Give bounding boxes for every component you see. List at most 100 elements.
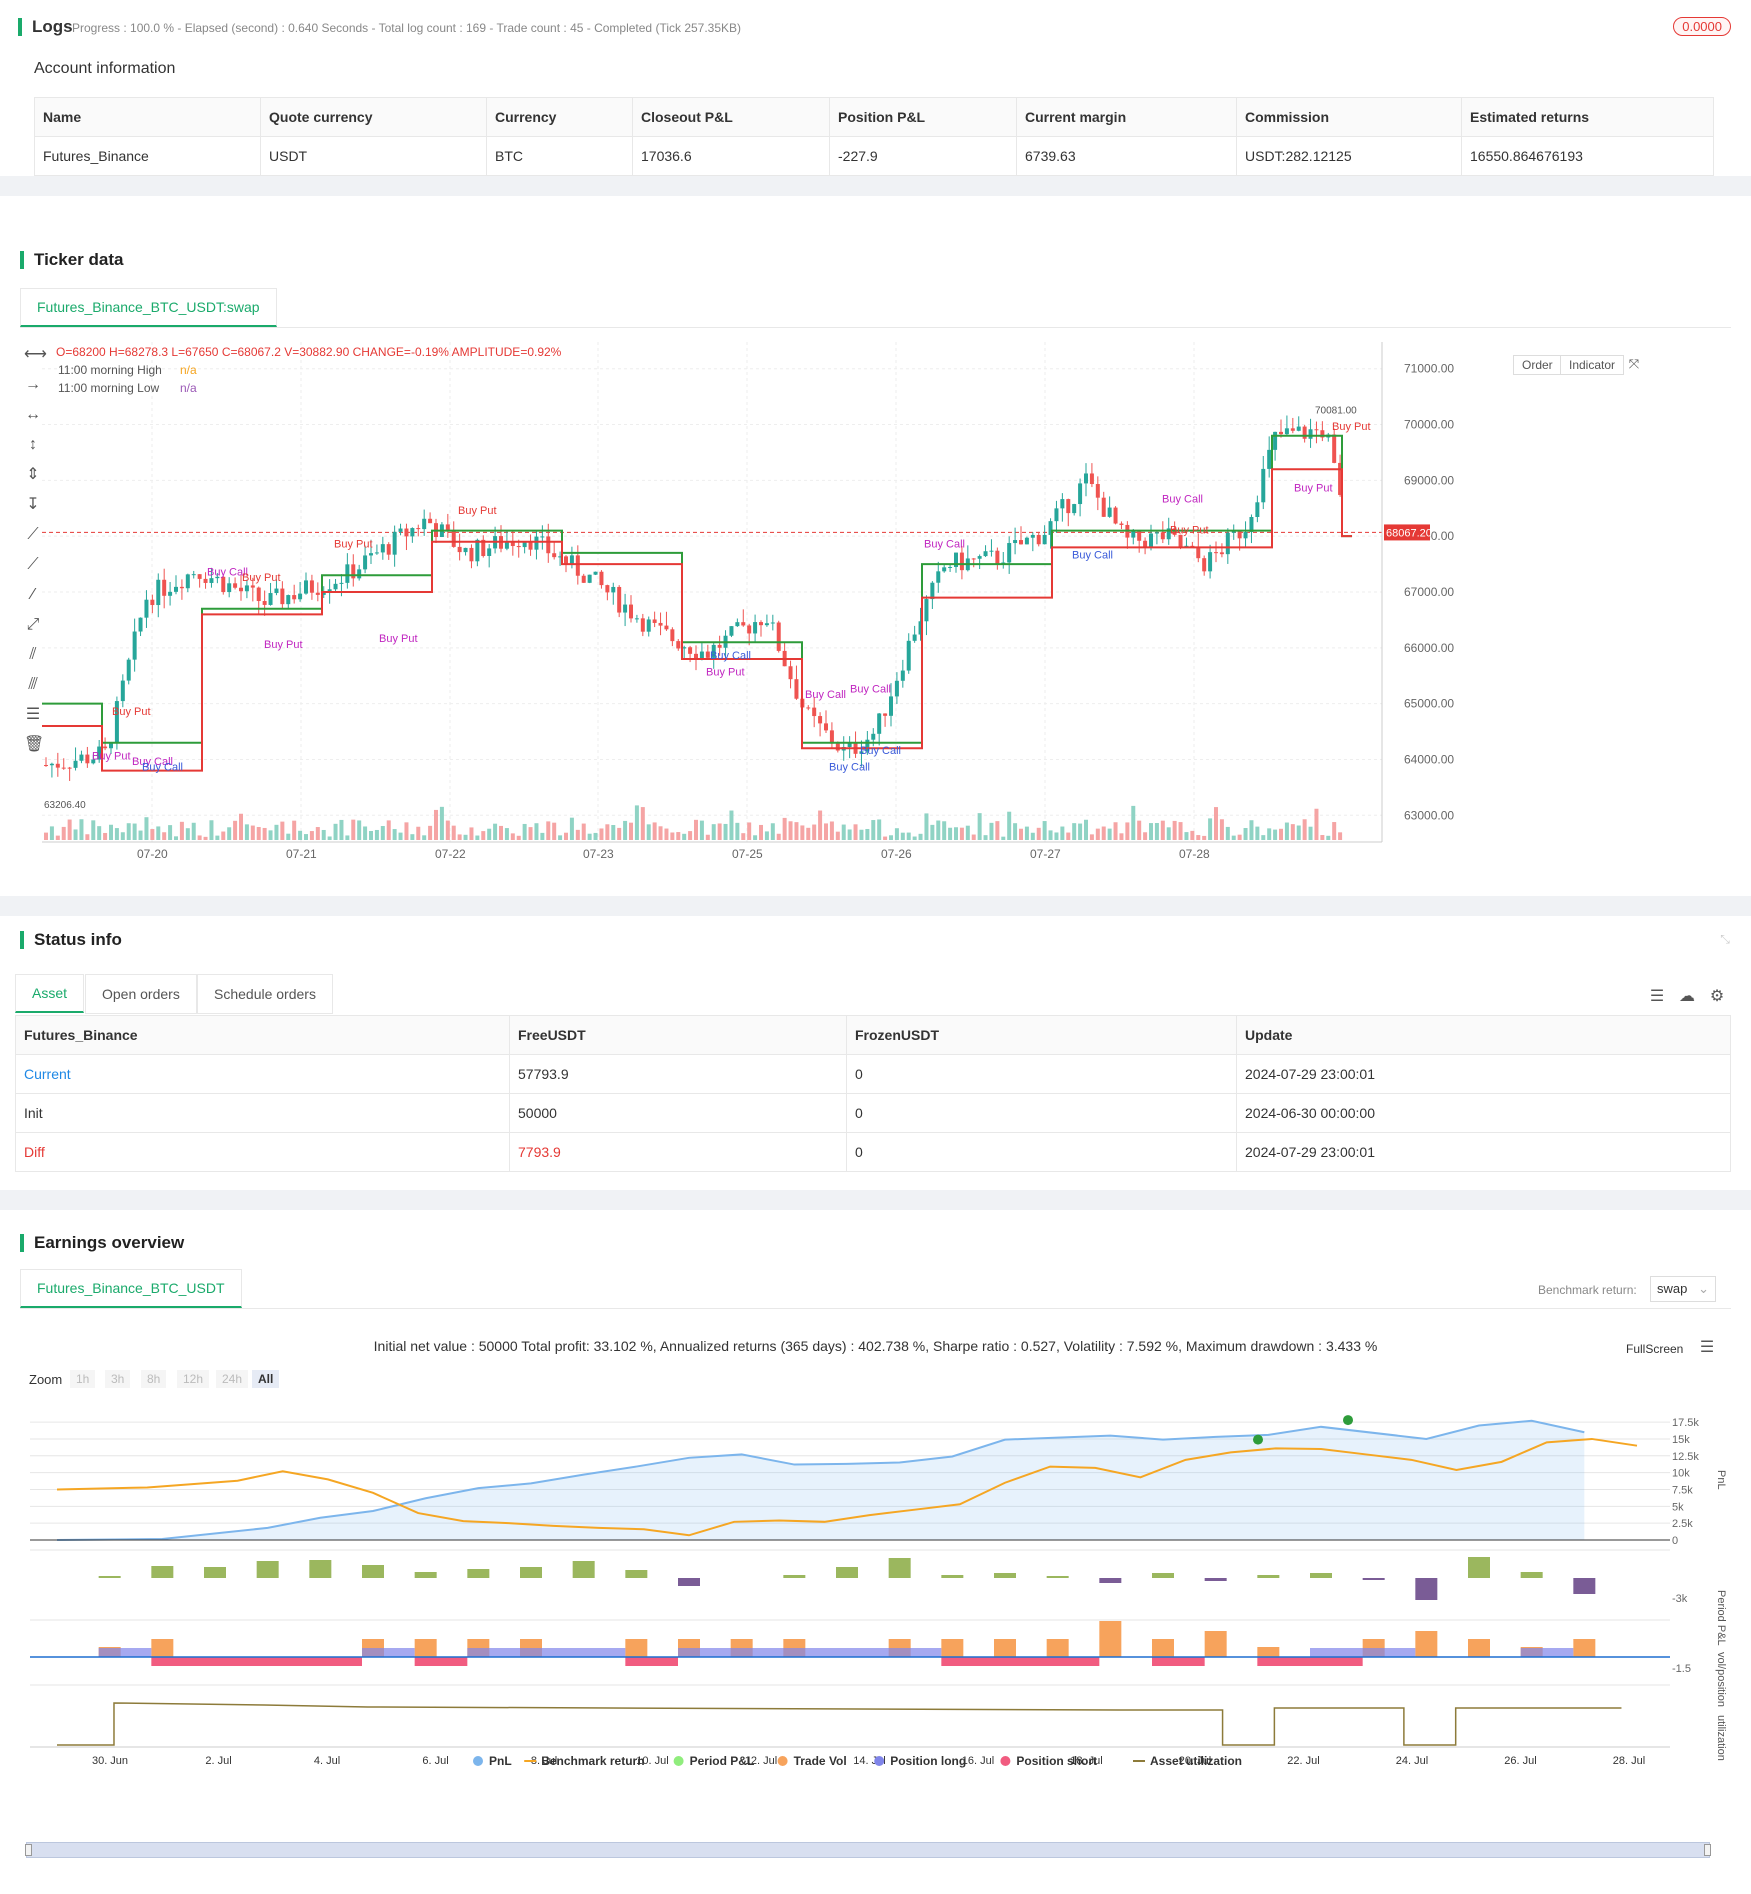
earnings-summary: Initial net value : 50000 Total profit: …: [373, 1338, 1378, 1354]
candle-body: [1243, 532, 1248, 539]
candle-body: [1024, 537, 1029, 545]
volume-bar: [61, 826, 66, 840]
volume-bar: [1279, 828, 1283, 840]
candle-body: [788, 666, 793, 680]
menu-icon[interactable]: ☰: [1648, 988, 1666, 1006]
candle-body: [1042, 534, 1047, 545]
date-tick-label: 07-26: [881, 847, 912, 861]
volume-bar: [676, 832, 681, 840]
cloud-download-icon[interactable]: ☁: [1678, 988, 1696, 1006]
candle-body: [239, 587, 243, 592]
tab-ticker-symbol[interactable]: Futures_Binance_BTC_USDT:swap: [20, 288, 277, 327]
trade-vol-bar: [1415, 1631, 1438, 1657]
volume-bar: [605, 824, 610, 840]
volume-bar: [1084, 819, 1088, 840]
hamburger-icon[interactable]: ☰: [1698, 1339, 1716, 1357]
candle-body: [605, 585, 610, 593]
candle-body: [883, 713, 888, 716]
volume-bar: [1137, 820, 1142, 840]
volume-bar: [244, 824, 249, 840]
date-tick-label: 22. Jul: [1287, 1755, 1319, 1767]
zoom-8h[interactable]: 8h: [141, 1370, 167, 1388]
candle-body: [315, 592, 320, 595]
fullscreen-button[interactable]: FullScreen: [1626, 1342, 1683, 1356]
volume-bar: [912, 836, 917, 840]
volume-bar: [1036, 827, 1041, 840]
legend-item[interactable]: Benchmark return: [541, 1754, 644, 1768]
signal-label: Buy Call: [1072, 550, 1113, 562]
volume-bar: [1296, 825, 1301, 840]
volume-bar: [215, 835, 220, 840]
volume-bar: [652, 822, 657, 840]
high-mark-label: 70081.00: [1315, 405, 1357, 416]
signal-label: Buy Call: [805, 689, 846, 701]
volume-bar: [369, 830, 373, 840]
cell: 16550.864676193: [1461, 136, 1714, 176]
legend-item[interactable]: PnL: [489, 1754, 512, 1768]
scrollbar-right-handle[interactable]: [1704, 1844, 1711, 1856]
volume-bar: [894, 828, 899, 840]
candle-body: [575, 555, 580, 576]
cell: 7793.9: [509, 1132, 847, 1172]
period-pnl-bar: [98, 1576, 121, 1578]
earnings-chart[interactable]: 17.5k 15k 12.5k 10k 7.5k 5k 2.5k 0 -3k -1.5 PnL Per…: [0, 1400, 1751, 1870]
candlestick-chart[interactable]: Buy Put Buy Put Buy Call Buy Call Buy Call Bu…: [20, 342, 1731, 862]
period-pnl-bar: [309, 1560, 332, 1578]
candle-body: [1279, 431, 1283, 435]
volume-bar: [1149, 823, 1153, 840]
candle-body: [221, 576, 226, 593]
candle-body: [374, 552, 379, 554]
period-pnl-bar: [1310, 1573, 1332, 1578]
volume-bar: [1113, 822, 1118, 840]
legend-swatch: [473, 1756, 483, 1766]
candle-body: [262, 601, 267, 605]
volume-bar: [1131, 805, 1136, 840]
cell: 2024-07-29 23:00:01: [1236, 1054, 1731, 1094]
cell: 6739.63: [1016, 136, 1237, 176]
legend-low-value: n/a: [180, 381, 197, 395]
tab-schedule-orders[interactable]: Schedule orders: [197, 974, 333, 1014]
volume-bar: [906, 832, 911, 840]
gear-icon[interactable]: ⚙: [1708, 988, 1726, 1006]
legend-item[interactable]: Asset utilization: [1150, 1754, 1242, 1768]
tab-asset[interactable]: Asset: [15, 974, 85, 1013]
col-free: FreeUSDT: [509, 1015, 847, 1055]
trade-vol-bar: [941, 1639, 964, 1657]
legend-item[interactable]: Position long: [890, 1754, 966, 1768]
scrollbar-left-handle[interactable]: [25, 1844, 32, 1856]
period-pnl-bar: [1362, 1578, 1385, 1580]
volume-bar: [1320, 835, 1325, 840]
candle-body: [162, 579, 167, 596]
signal-label: Buy Call: [860, 745, 901, 757]
legend-item[interactable]: Position short: [1016, 1754, 1097, 1768]
candle-body: [889, 696, 893, 716]
navigator-scrollbar[interactable]: [25, 1842, 1711, 1858]
volume-bar: [747, 822, 752, 840]
volume-bar: [741, 833, 746, 840]
zoom-3h[interactable]: 3h: [105, 1370, 131, 1388]
tab-open-orders[interactable]: Open orders: [85, 974, 197, 1014]
candle-body: [1225, 532, 1230, 555]
candle-body: [126, 659, 131, 681]
benchmark-select[interactable]: swap ⌄: [1650, 1276, 1716, 1302]
zoom-1h[interactable]: 1h: [70, 1370, 96, 1388]
legend-item[interactable]: Period P&L: [690, 1754, 755, 1768]
zoom-12h[interactable]: 12h: [177, 1370, 210, 1388]
volume-bar: [540, 832, 545, 840]
volume-bar: [806, 827, 811, 840]
collapse-icon[interactable]: ⤡: [1716, 930, 1734, 948]
volume-bar: [883, 836, 888, 840]
price-tick-label: 65000.00: [1404, 697, 1454, 711]
candle-body: [871, 733, 876, 740]
tab-earnings-symbol[interactable]: Futures_Binance_BTC_USDT: [20, 1269, 242, 1308]
legend-item[interactable]: Trade Vol: [794, 1754, 847, 1768]
period-pnl-bar: [678, 1578, 700, 1586]
zoom-24h[interactable]: 24h: [216, 1370, 249, 1388]
cell: USDT: [260, 136, 487, 176]
volume-bar: [339, 819, 344, 840]
candle-body: [268, 593, 273, 605]
volume-bar: [510, 833, 515, 840]
zoom-all[interactable]: All: [252, 1370, 280, 1388]
volume-bar: [1066, 832, 1071, 840]
volume-bar: [250, 825, 255, 840]
